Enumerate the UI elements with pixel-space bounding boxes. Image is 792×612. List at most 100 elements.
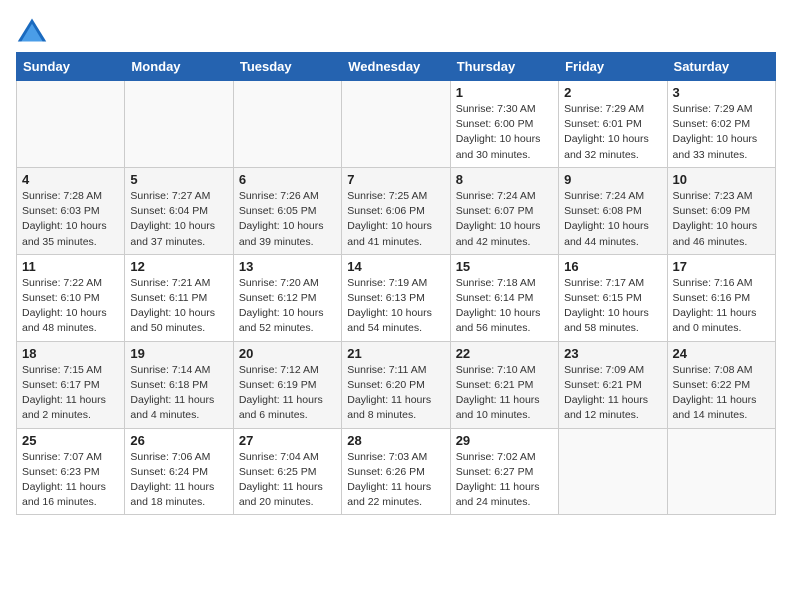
calendar-cell [125,81,233,168]
calendar-cell: 18 Sunrise: 7:15 AM Sunset: 6:17 PM Dayli… [17,341,125,428]
calendar-cell: 29 Sunrise: 7:02 AM Sunset: 6:27 PM Dayli… [450,428,558,515]
calendar-cell: 20Sunrise: 7:12 AM Sunset: 6:19 PM Dayli… [233,341,341,428]
day-number: 23 [564,346,661,361]
day-detail: Sunrise: 7:20 AM Sunset: 6:12 PM Dayligh… [239,276,336,337]
day-number: 1 [456,85,553,100]
day-number: 11 [22,259,119,274]
calendar-week: 18 Sunrise: 7:15 AM Sunset: 6:17 PM Dayli… [17,341,776,428]
header-day: Monday [125,53,233,81]
day-number: 13 [239,259,336,274]
day-detail: Sunrise: 7:24 AM Sunset: 6:07 PM Dayligh… [456,189,553,250]
calendar-cell: 6 Sunrise: 7:26 AM Sunset: 6:05 PM Daylig… [233,167,341,254]
calendar-week: 4 Sunrise: 7:28 AM Sunset: 6:03 PM Daylig… [17,167,776,254]
header-day: Friday [559,53,667,81]
calendar-week: 11 Sunrise: 7:22 AM Sunset: 6:10 PM Dayli… [17,254,776,341]
header-day: Thursday [450,53,558,81]
day-number: 6 [239,172,336,187]
day-number: 16 [564,259,661,274]
day-number: 21 [347,346,444,361]
day-detail: Sunrise: 7:27 AM Sunset: 6:04 PM Dayligh… [130,189,227,250]
day-detail: Sunrise: 7:30 AM Sunset: 6:00 PM Dayligh… [456,102,553,163]
calendar-cell: 5 Sunrise: 7:27 AM Sunset: 6:04 PM Daylig… [125,167,233,254]
calendar-cell: 11 Sunrise: 7:22 AM Sunset: 6:10 PM Dayli… [17,254,125,341]
day-detail: Sunrise: 7:23 AM Sunset: 6:09 PM Dayligh… [673,189,770,250]
calendar-cell: 7Sunrise: 7:25 AM Sunset: 6:06 PM Daylig… [342,167,450,254]
calendar-cell: 12 Sunrise: 7:21 AM Sunset: 6:11 PM Dayli… [125,254,233,341]
calendar-table: SundayMondayTuesdayWednesdayThursdayFrid… [16,52,776,515]
calendar-cell: 17 Sunrise: 7:16 AM Sunset: 6:16 PM Dayli… [667,254,775,341]
day-number: 29 [456,433,553,448]
calendar-cell [342,81,450,168]
calendar-cell: 16 Sunrise: 7:17 AM Sunset: 6:15 PM Dayli… [559,254,667,341]
day-detail: Sunrise: 7:09 AM Sunset: 6:21 PM Dayligh… [564,363,661,424]
calendar-cell: 4 Sunrise: 7:28 AM Sunset: 6:03 PM Daylig… [17,167,125,254]
day-number: 26 [130,433,227,448]
day-number: 24 [673,346,770,361]
calendar-week: 25Sunrise: 7:07 AM Sunset: 6:23 PM Dayli… [17,428,776,515]
header-day: Saturday [667,53,775,81]
calendar-cell: 24 Sunrise: 7:08 AM Sunset: 6:22 PM Dayli… [667,341,775,428]
day-detail: Sunrise: 7:08 AM Sunset: 6:22 PM Dayligh… [673,363,770,424]
day-number: 14 [347,259,444,274]
calendar-cell [667,428,775,515]
day-number: 5 [130,172,227,187]
calendar-cell: 14 Sunrise: 7:19 AM Sunset: 6:13 PM Dayli… [342,254,450,341]
day-detail: Sunrise: 7:19 AM Sunset: 6:13 PM Dayligh… [347,276,444,337]
day-detail: Sunrise: 7:06 AM Sunset: 6:24 PM Dayligh… [130,450,227,511]
day-detail: Sunrise: 7:16 AM Sunset: 6:16 PM Dayligh… [673,276,770,337]
day-detail: Sunrise: 7:15 AM Sunset: 6:17 PM Dayligh… [22,363,119,424]
header-day: Sunday [17,53,125,81]
day-number: 28 [347,433,444,448]
day-detail: Sunrise: 7:28 AM Sunset: 6:03 PM Dayligh… [22,189,119,250]
calendar-cell: 27Sunrise: 7:04 AM Sunset: 6:25 PM Dayli… [233,428,341,515]
calendar-cell [559,428,667,515]
logo-icon [16,16,48,44]
day-number: 7 [347,172,444,187]
day-number: 18 [22,346,119,361]
calendar-cell: 3Sunrise: 7:29 AM Sunset: 6:02 PM Daylig… [667,81,775,168]
calendar-cell [17,81,125,168]
day-number: 20 [239,346,336,361]
day-detail: Sunrise: 7:24 AM Sunset: 6:08 PM Dayligh… [564,189,661,250]
calendar-cell: 22Sunrise: 7:10 AM Sunset: 6:21 PM Dayli… [450,341,558,428]
day-number: 10 [673,172,770,187]
header-row: SundayMondayTuesdayWednesdayThursdayFrid… [17,53,776,81]
day-detail: Sunrise: 7:10 AM Sunset: 6:21 PM Dayligh… [456,363,553,424]
calendar-header: SundayMondayTuesdayWednesdayThursdayFrid… [17,53,776,81]
calendar-cell: 21 Sunrise: 7:11 AM Sunset: 6:20 PM Dayli… [342,341,450,428]
day-number: 9 [564,172,661,187]
calendar-cell: 13 Sunrise: 7:20 AM Sunset: 6:12 PM Dayli… [233,254,341,341]
day-number: 25 [22,433,119,448]
logo [16,16,52,44]
day-number: 8 [456,172,553,187]
calendar-cell: 15Sunrise: 7:18 AM Sunset: 6:14 PM Dayli… [450,254,558,341]
day-detail: Sunrise: 7:29 AM Sunset: 6:01 PM Dayligh… [564,102,661,163]
day-number: 15 [456,259,553,274]
calendar-body: 1 Sunrise: 7:30 AM Sunset: 6:00 PM Daylig… [17,81,776,515]
calendar-cell: 1 Sunrise: 7:30 AM Sunset: 6:00 PM Daylig… [450,81,558,168]
day-detail: Sunrise: 7:02 AM Sunset: 6:27 PM Dayligh… [456,450,553,511]
day-number: 19 [130,346,227,361]
day-number: 2 [564,85,661,100]
day-detail: Sunrise: 7:29 AM Sunset: 6:02 PM Dayligh… [673,102,770,163]
calendar-cell: 10 Sunrise: 7:23 AM Sunset: 6:09 PM Dayli… [667,167,775,254]
calendar-cell: 28 Sunrise: 7:03 AM Sunset: 6:26 PM Dayli… [342,428,450,515]
calendar-cell: 25Sunrise: 7:07 AM Sunset: 6:23 PM Dayli… [17,428,125,515]
day-detail: Sunrise: 7:26 AM Sunset: 6:05 PM Dayligh… [239,189,336,250]
day-detail: Sunrise: 7:03 AM Sunset: 6:26 PM Dayligh… [347,450,444,511]
day-number: 17 [673,259,770,274]
day-detail: Sunrise: 7:11 AM Sunset: 6:20 PM Dayligh… [347,363,444,424]
day-detail: Sunrise: 7:14 AM Sunset: 6:18 PM Dayligh… [130,363,227,424]
calendar-cell [233,81,341,168]
day-number: 12 [130,259,227,274]
header-day: Tuesday [233,53,341,81]
day-detail: Sunrise: 7:21 AM Sunset: 6:11 PM Dayligh… [130,276,227,337]
calendar-cell: 2 Sunrise: 7:29 AM Sunset: 6:01 PM Daylig… [559,81,667,168]
day-detail: Sunrise: 7:22 AM Sunset: 6:10 PM Dayligh… [22,276,119,337]
calendar-cell: 23 Sunrise: 7:09 AM Sunset: 6:21 PM Dayli… [559,341,667,428]
calendar-cell: 9 Sunrise: 7:24 AM Sunset: 6:08 PM Daylig… [559,167,667,254]
calendar-cell: 8 Sunrise: 7:24 AM Sunset: 6:07 PM Daylig… [450,167,558,254]
calendar-week: 1 Sunrise: 7:30 AM Sunset: 6:00 PM Daylig… [17,81,776,168]
day-detail: Sunrise: 7:17 AM Sunset: 6:15 PM Dayligh… [564,276,661,337]
day-number: 4 [22,172,119,187]
